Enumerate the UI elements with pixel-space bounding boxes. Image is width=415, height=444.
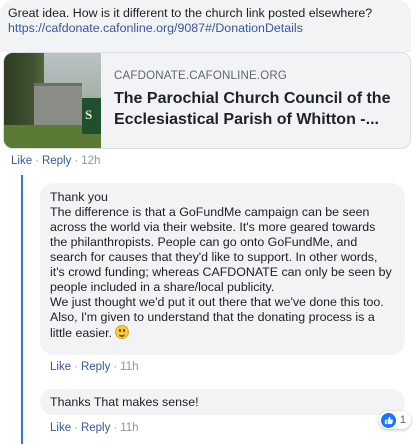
like-icon	[380, 412, 396, 428]
timestamp[interactable]: 11h	[120, 422, 138, 434]
timestamp[interactable]: 11h	[120, 361, 138, 373]
like-link[interactable]: Like	[50, 422, 71, 434]
reply-link[interactable]: Reply	[81, 361, 110, 373]
comment-body: Great idea. How is it different to the c…	[8, 6, 373, 20]
separator: ·	[74, 361, 78, 373]
church-sign: S	[82, 98, 101, 134]
like-link[interactable]: Like	[50, 361, 71, 373]
reply-line: The difference is that a GoFundMe campai…	[50, 205, 392, 294]
reply-bubble: Thanks That makes sense!	[40, 389, 405, 415]
separator: ·	[113, 422, 118, 434]
link-preview-card[interactable]: S CAFDONATE.CAFONLINE.ORG The Parochial …	[3, 52, 411, 149]
separator: ·	[74, 155, 79, 167]
comment-bubble: Great idea. How is it different to the c…	[0, 0, 411, 52]
reply-text: Thanks That makes sense!	[50, 395, 199, 409]
reply-line: Thank you	[50, 190, 108, 204]
reply-line: We just thought we'd put it out there th…	[50, 295, 384, 340]
reaction-count[interactable]: 1	[378, 411, 411, 429]
link-domain: CAFDONATE.CAFONLINE.ORG	[114, 70, 288, 82]
reaction-number: 1	[399, 414, 406, 426]
reply-actions: Like · Reply · 11h	[50, 422, 139, 434]
reply-text: Thank you The difference is that a GoFun…	[50, 190, 395, 341]
timestamp[interactable]: 12h	[81, 155, 100, 167]
comment-text: Great idea. How is it different to the c…	[8, 6, 401, 36]
thread-indicator	[21, 175, 23, 444]
reply-bubble: Thank you The difference is that a GoFun…	[40, 183, 405, 355]
donation-link[interactable]: https://cafdonate.cafonline.org/9087#/Do…	[8, 21, 303, 35]
reply-link[interactable]: Reply	[42, 155, 71, 167]
separator: ·	[35, 155, 39, 167]
reply-actions: Like · Reply · 11h	[50, 361, 139, 373]
like-link[interactable]: Like	[11, 155, 32, 167]
separator: ·	[74, 422, 78, 434]
link-thumbnail: S	[4, 53, 101, 148]
separator: ·	[113, 361, 118, 373]
comment-actions: Like · Reply · 12h	[11, 155, 100, 167]
link-title[interactable]: The Parochial Church Council of the Eccl…	[114, 88, 404, 130]
reply-link[interactable]: Reply	[81, 422, 110, 434]
smiley-emoji-icon	[115, 325, 130, 339]
